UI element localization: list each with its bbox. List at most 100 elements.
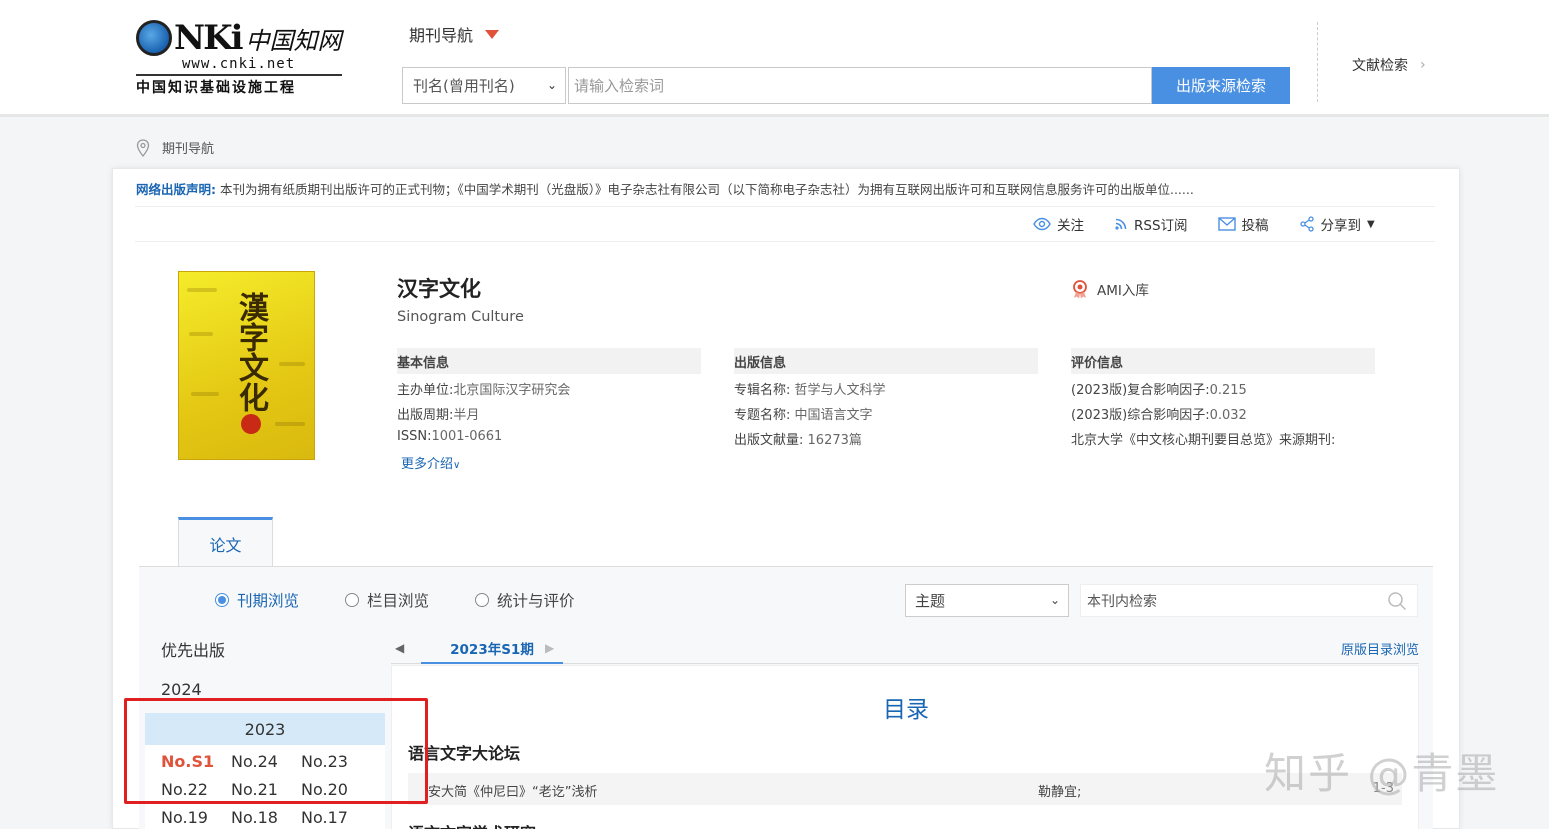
caret-down-icon: ▼ <box>1367 218 1375 230</box>
share-label: 分享到 <box>1320 218 1362 234</box>
search-icon[interactable] <box>1387 591 1407 611</box>
topic-select[interactable]: 主题 ⌄ <box>905 584 1069 617</box>
submit-label: 投稿 <box>1241 218 1269 234</box>
notice-label: 网络出版声明: <box>136 182 216 197</box>
info-key: 北京大学《中文核心期刊要目总览》来源期刊: <box>1071 433 1336 448</box>
cnki-logo[interactable]: NKi 中国知网 www.cnki.net 中国知识基础设施工程 <box>136 18 346 98</box>
info-key: 出版文献量: <box>734 433 804 448</box>
cover-title: 漢字文化 <box>233 292 268 412</box>
doc-search-label: 文献检索 <box>1352 58 1408 74</box>
ami-badge[interactable]: AMI入库 <box>1071 279 1149 299</box>
search-field-select[interactable]: 刊名(曾用刊名) ⌄ <box>402 67 566 104</box>
rss-icon <box>1115 218 1127 230</box>
journal-cover-image[interactable]: 漢字文化 <box>178 271 315 460</box>
info-key: 出版周期: <box>397 408 454 423</box>
journal-title: 汉字文化 <box>397 277 481 301</box>
cover-texture <box>189 332 213 336</box>
publish-notice: 网络出版声明: 本刊为拥有纸质期刊出版许可的正式刊物；《中国学术期刊（光盘版）》… <box>136 179 1194 198</box>
issue-link[interactable]: No.19 <box>161 803 231 829</box>
radio-label: 统计与评价 <box>497 592 575 610</box>
in-journal-search-placeholder: 本刊内检索 <box>1087 593 1157 610</box>
info-value: 0.032 <box>1209 408 1247 423</box>
original-toc-link[interactable]: 原版目录浏览 <box>1341 639 1419 658</box>
toc-section-heading: 语言文字学术研究 <box>408 820 536 829</box>
in-journal-search-input[interactable]: 本刊内检索 <box>1080 584 1418 617</box>
rss-button[interactable]: RSS订阅 <box>1114 214 1188 234</box>
search-input[interactable]: 请输入检索词 <box>568 67 1152 104</box>
evaluation-info-heading: 评价信息 <box>1071 348 1375 374</box>
logo-brand: NKi <box>174 18 244 58</box>
publish-info-heading: 出版信息 <box>734 348 1038 374</box>
header-divider <box>1317 22 1318 102</box>
search-field-value: 刊名(曾用刊名) <box>413 77 515 95</box>
info-value: 哲学与人文科学 <box>794 383 886 398</box>
zhihu-watermark: 知乎 @青墨 <box>1264 749 1500 798</box>
rss-label: RSS订阅 <box>1134 218 1188 234</box>
info-value: 中国语言文字 <box>794 408 873 423</box>
submit-button[interactable]: 投稿 <box>1217 214 1269 234</box>
chevron-right-icon: › <box>1420 57 1426 73</box>
double-chevron-down-icon: ∨ <box>453 460 461 471</box>
logo-mark: NKi 中国知网 <box>136 18 342 58</box>
chevron-down-icon: ⌄ <box>546 78 557 92</box>
search-bar: 刊名(曾用刊名) ⌄ 请输入检索词 出版来源检索 <box>402 67 1290 104</box>
publish-info: 出版信息 专辑名称: 哲学与人文科学 专题名称: 中国语言文字 出版文献量: 1… <box>734 348 1038 449</box>
highlight-annotation-box <box>124 698 428 804</box>
article-title[interactable]: 安大简《仲尼曰》“老讫”浅析 <box>428 781 597 800</box>
source-search-button[interactable]: 出版来源检索 <box>1152 67 1290 104</box>
logo-cn-name: 中国知网 <box>245 26 342 55</box>
cover-texture <box>279 362 305 366</box>
tab-current-issue[interactable]: 2023年S1期 <box>421 633 563 664</box>
article-author[interactable]: 勒静宜; <box>1038 781 1081 800</box>
browse-mode-radios: 刊期浏览 栏目浏览 统计与评价 <box>215 589 575 611</box>
issue-tabs: ◀ 2023年S1期 ▶ 原版目录浏览 <box>391 633 1419 664</box>
breadcrumb: 期刊导航 <box>136 138 214 157</box>
journal-english-title: Sinogram Culture <box>397 309 524 325</box>
radio-unchecked-icon <box>345 593 360 607</box>
share-button[interactable]: 分享到 ▼ <box>1299 214 1375 234</box>
cover-texture <box>191 392 219 396</box>
next-arrow-icon[interactable]: ▶ <box>545 641 554 655</box>
breadcrumb-journal-nav[interactable]: 期刊导航 <box>162 138 214 157</box>
more-intro-link[interactable]: 更多介绍∨ <box>401 453 701 472</box>
info-value: 16273篇 <box>807 433 862 448</box>
follow-button[interactable]: 关注 <box>1033 214 1084 234</box>
award-icon <box>1073 280 1087 299</box>
more-intro-label: 更多介绍 <box>401 457 454 472</box>
radio-label: 刊期浏览 <box>237 592 300 610</box>
seal-icon <box>241 414 261 434</box>
radio-label: 栏目浏览 <box>367 592 430 610</box>
radio-column-browse[interactable]: 栏目浏览 <box>345 589 429 611</box>
location-pin-icon <box>136 138 150 157</box>
journal-nav-label: 期刊导航 <box>409 26 474 45</box>
info-key: 专辑名称: <box>734 383 791 398</box>
year-priority-publish[interactable]: 优先出版 <box>145 629 385 669</box>
info-key: (2023版)综合影响因子: <box>1071 408 1210 423</box>
issue-link[interactable]: No.18 <box>231 803 301 829</box>
prev-arrow-icon[interactable]: ◀ <box>395 641 404 655</box>
info-row: 北京大学《中文核心期刊要目总览》来源期刊: <box>1071 429 1375 449</box>
logo-divider <box>136 74 342 76</box>
doc-search-link[interactable]: 文献检索 › <box>1352 55 1426 75</box>
basic-info: 基本信息 主办单位:北京国际汉字研究会 出版周期:半月 ISSN:1001-06… <box>397 348 701 472</box>
chevron-down-icon: ⌄ <box>1049 593 1060 607</box>
radio-stats-eval[interactable]: 统计与评价 <box>475 589 575 611</box>
info-key: ISSN: <box>397 429 432 444</box>
basic-info-heading: 基本信息 <box>397 348 701 374</box>
toc-row[interactable]: 安大简《仲尼曰》“老讫”浅析 勒静宜; 1-3 <box>408 773 1402 805</box>
tab-papers[interactable]: 论文 <box>178 517 273 567</box>
info-row: (2023版)复合影响因子:0.215 <box>1071 379 1375 399</box>
info-row: 出版周期:半月 <box>397 404 701 424</box>
divider <box>135 206 1435 207</box>
radio-checked-icon <box>215 593 229 607</box>
radio-issue-browse[interactable]: 刊期浏览 <box>215 589 299 611</box>
cover-texture <box>187 288 217 292</box>
info-key: 专题名称: <box>734 408 791 423</box>
follow-label: 关注 <box>1057 218 1084 234</box>
info-row: 主办单位:北京国际汉字研究会 <box>397 379 701 399</box>
info-row: 专辑名称: 哲学与人文科学 <box>734 379 1038 399</box>
issue-link[interactable]: No.17 <box>301 803 371 829</box>
notice-text: 本刊为拥有纸质期刊出版许可的正式刊物；《中国学术期刊（光盘版）》电子杂志社有限公… <box>219 182 1194 197</box>
journal-nav-dropdown[interactable]: 期刊导航 <box>409 22 500 46</box>
info-value: 北京国际汉字研究会 <box>453 383 571 398</box>
